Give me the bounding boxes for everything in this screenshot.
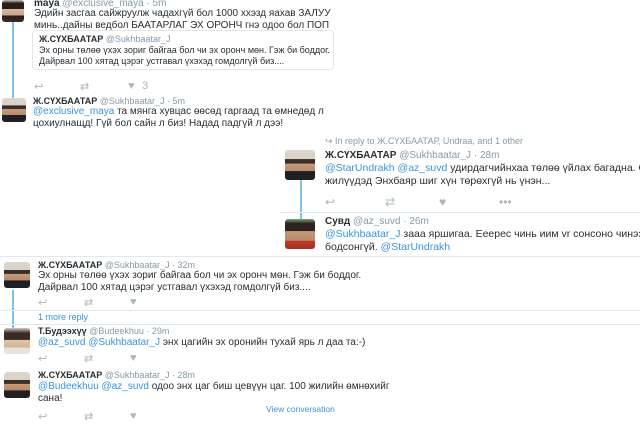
user-name[interactable]: Ж.СҮХБААТАР [38,370,102,380]
mention-link[interactable]: @Sukhbaatar_J [325,228,400,240]
reply-icon[interactable]: ↩ [38,410,47,423]
timestamp[interactable]: · 5m [167,96,185,106]
reply-icon[interactable]: ↩ [38,352,47,365]
avatar[interactable] [4,328,30,354]
user-handle[interactable]: @Sukhbaatar_J [399,150,471,161]
timestamp[interactable]: · 29m [146,326,169,336]
more-icon[interactable]: ••• [499,195,512,209]
quote-line: Дайрвал 100 хятад цэрэг устгавал үхэхэд … [39,56,285,66]
reply-icon[interactable]: ↩ [325,195,335,209]
tweet-line: одоо энх цаг биш цевүүн цаг. 100 жилийн … [148,381,390,392]
divider [0,324,640,325]
more-replies-link[interactable]: 1 more reply [38,312,88,322]
user-name[interactable]: Ж.СҮХБААТАР [33,96,97,106]
user-name[interactable]: Т.Будээхүү [38,326,87,336]
like-icon[interactable]: ♥ [130,410,137,422]
timestamp[interactable]: · 32m [172,260,195,270]
retweet-icon[interactable]: ⇄ [84,410,93,423]
user-handle[interactable]: @Sukhbaatar_J [105,260,170,270]
tweet-header: Ж.СҮХБААТАР @Sukhbaatar_J · 28m [325,150,499,161]
divider [0,256,640,257]
tweet-text: @Sukhbaatar_J зааа яршигаа. Ееерес чинь … [325,228,640,254]
mention-link[interactable]: @StarUndrakh [381,241,451,253]
avatar[interactable] [2,98,26,122]
mention-link[interactable]: @az_suvd [102,381,149,392]
tweet-header: Т.Будээхүү @Budeekhuu · 29m [38,326,169,336]
tweet-line: та мянга хувцас өөсөд гаргаад та өмнедөд… [114,106,324,117]
retweet-icon[interactable]: ⇄ [80,80,89,93]
retweet-icon[interactable]: ⇄ [84,352,93,365]
tweet-line: удирдагчийнхаа төлөө үйлах багадна. Ойры [450,162,640,174]
like-icon[interactable]: ♥ [439,195,446,209]
user-handle[interactable]: @Sukhbaatar_J [105,370,170,380]
tweet-header: Ж.СҮХБААТАР @Sukhbaatar_J · 32m [38,260,195,270]
user-handle[interactable]: @Sukhbaatar_J [100,96,165,106]
quote-line: Эх орны төлөө үхэх зориг байгаа бол чи э… [39,45,330,55]
like-icon[interactable]: ♥ [130,296,137,308]
tweet-line: сана! [38,393,63,404]
tweet-header: Ж.СҮХБААТАР @Sukhbaatar_J · 28m [38,370,195,380]
avatar[interactable] [285,150,315,180]
mention-link[interactable]: @StarUndrakh [325,162,395,174]
tweet-text: @StarUndrakh @az_suvd удирдагчийнхаа төл… [325,162,640,188]
thread-line [12,22,14,104]
tweet-line: бодсонгүй. [325,241,381,253]
tweet-text: @az_suvd @Sukhbaatar_J энх цагийн эх оро… [38,337,365,349]
avatar[interactable] [4,372,30,398]
mention-link[interactable]: @exclusive_maya [33,106,114,117]
tweet-text: Эх орны төлөө үхэх зориг байгаа бол чи э… [38,270,361,294]
tweet-line: Эх орны төлөө үхэх зориг байгаа бол чи э… [38,270,362,281]
user-name[interactable]: Ж.СҮХБААТАР [38,260,102,270]
user-handle[interactable]: @az_suvd [353,216,400,227]
user-handle[interactable]: @Budeekhuu [89,326,144,336]
user-name[interactable]: Ж.СҮХБААТАР [325,150,396,161]
tweet-text: Эдийн засгаа сайжруулж чадахгүй бол 1000… [34,8,331,32]
timestamp[interactable]: · 26m [403,216,429,227]
reply-icon[interactable]: ↩ [34,80,43,93]
tweet-line: энх цагийн эх оронийн тухай ярь л даа та… [160,337,366,348]
like-count: 3 [142,80,149,92]
avatar[interactable] [2,0,24,22]
tweet-header: Ж.СҮХБААТАР @Sukhbaatar_J · 5m [33,96,185,106]
tweet-text: @Budeekhuu @az_suvd одоо энх цаг биш цев… [38,381,390,405]
avatar[interactable] [4,262,30,288]
tweet-text: @exclusive_maya та мянга хувцас өөсөд га… [33,106,324,130]
reply-context[interactable]: ↪ In reply to Ж.СҮХБААТАР, Undraa, and 1… [325,136,523,147]
quote-user-handle: @Sukhbaatar_J [105,34,171,44]
timestamp[interactable]: · 28m [172,370,195,380]
view-conversation-link[interactable]: View conversation [266,404,335,414]
like-icon[interactable]: ♥ [128,80,135,92]
mention-link[interactable]: @Sukhbaatar_J [88,337,160,348]
reply-context-icon: ↪ [325,136,336,146]
quote-user-name: Ж.СҮХБААТАР [39,34,104,44]
mention-link[interactable]: @Budeekhuu [38,381,99,392]
tweet-line: Дайрвал 100 хятад цэрэг устгавал үхэхэд … [38,282,311,293]
timestamp[interactable]: · 28m [474,150,500,161]
retweet-icon[interactable]: ⇄ [84,296,93,309]
divider [280,212,640,213]
reply-context-label[interactable]: In reply to Ж.СҮХБААТАР, Undraa, and 1 o… [335,136,523,146]
divider [0,310,640,311]
reply-icon[interactable]: ↩ [38,296,47,309]
retweet-icon[interactable]: ⇄ [385,195,395,209]
tweet-line: Эдийн засгаа сайжруулж чадахгүй бол 1000… [34,8,331,19]
mention-link[interactable]: @az_suvd [38,337,85,348]
mention-link[interactable]: @az_suvd [398,162,448,174]
avatar[interactable] [285,219,315,249]
quoted-tweet[interactable]: Ж.СҮХБААТАР @Sukhbaatar_J Эх орны төлөө … [32,30,334,70]
like-icon[interactable]: ♥ [130,352,137,364]
user-name[interactable]: Сувд [325,216,350,227]
tweet-line: цохиулнащд! Гүй бол сайн л биз! Надад па… [33,118,284,129]
tweet-line: жилүүдэд Энхбаяр шиг хүн төрөхгүй нь үнэ… [325,175,551,187]
tweet-header: Сувд @az_suvd · 26m [325,216,429,227]
tweet-line: зааа яршигаа. Ееерес чинь иим vr сонсоно… [400,228,640,240]
